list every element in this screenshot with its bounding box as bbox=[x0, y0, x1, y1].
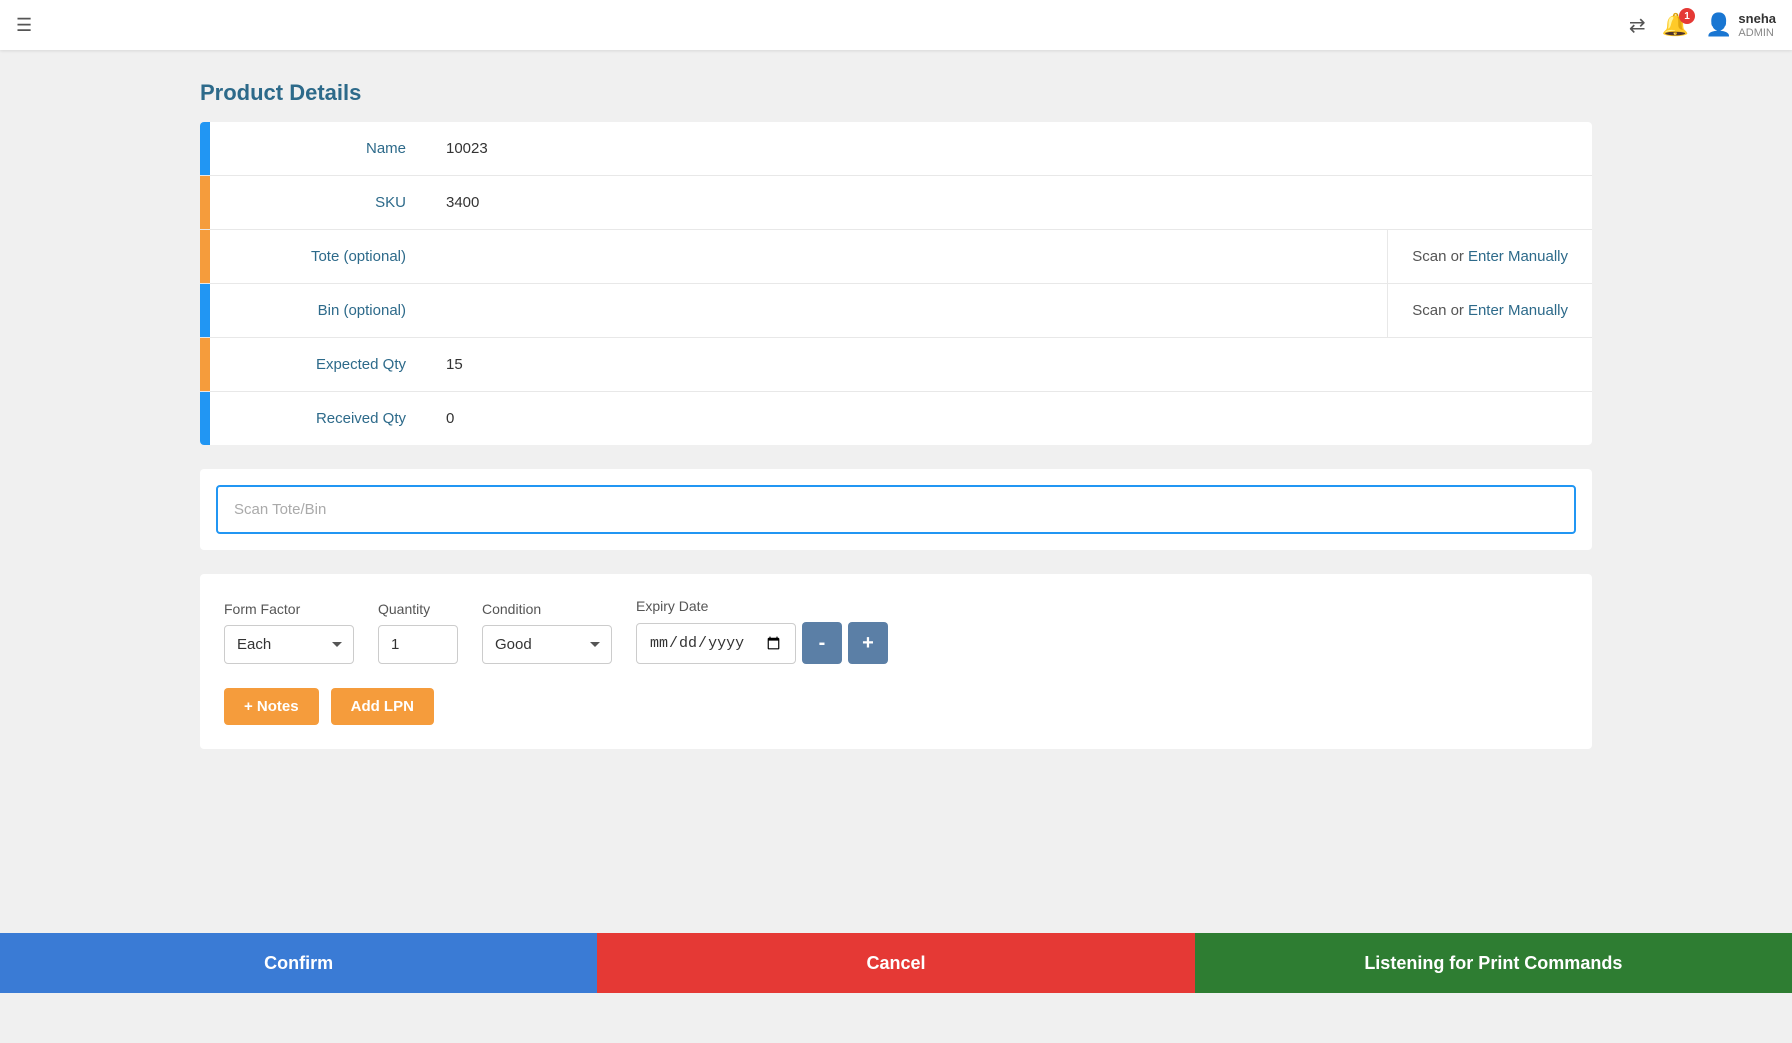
form-section: Form Factor Each Box Pallet Quantity Con… bbox=[200, 574, 1592, 749]
qty-plus-button[interactable]: + bbox=[848, 622, 888, 664]
bell-badge: 1 bbox=[1679, 8, 1695, 24]
avatar-icon: 👤 bbox=[1705, 12, 1732, 38]
user-role: ADMIN bbox=[1738, 27, 1776, 39]
value-bin bbox=[430, 284, 1387, 337]
topbar-right: ⇄ 🔔 1 👤 sneha ADMIN bbox=[1629, 11, 1776, 39]
main-content: Product Details Name 10023 SKU 3400 Tote… bbox=[0, 50, 1792, 993]
detail-row-sku: SKU 3400 bbox=[200, 176, 1592, 230]
label-expected-qty: Expected Qty bbox=[210, 338, 430, 391]
condition-select[interactable]: Good Damaged Expired bbox=[482, 625, 612, 664]
detail-row-received-qty: Received Qty 0 bbox=[200, 392, 1592, 445]
label-sku: SKU bbox=[210, 176, 430, 229]
detail-row-tote: Tote (optional) Scan or Enter Manually bbox=[200, 230, 1592, 284]
user-info[interactable]: 👤 sneha ADMIN bbox=[1705, 11, 1776, 39]
add-lpn-button[interactable]: Add LPN bbox=[331, 688, 434, 725]
expiry-date-label: Expiry Date bbox=[636, 598, 888, 614]
menu-icon[interactable]: ☰ bbox=[16, 15, 32, 36]
value-received-qty: 0 bbox=[430, 392, 1592, 445]
expiry-date-group: Expiry Date - + bbox=[636, 598, 888, 664]
value-name: 10023 bbox=[430, 122, 1592, 175]
bin-scan-area: Scan or Enter Manually bbox=[1387, 284, 1592, 337]
quantity-input[interactable] bbox=[378, 625, 458, 664]
form-factor-group: Form Factor Each Box Pallet bbox=[224, 601, 354, 664]
notes-button[interactable]: + Notes bbox=[224, 688, 319, 725]
expiry-qty-controls: - + bbox=[636, 622, 888, 664]
form-factor-label: Form Factor bbox=[224, 601, 354, 617]
bottom-bar: Confirm Cancel Listening for Print Comma… bbox=[0, 933, 1792, 993]
tote-enter-manually[interactable]: Enter Manually bbox=[1468, 248, 1568, 265]
scan-container bbox=[200, 469, 1592, 550]
bell-wrapper[interactable]: 🔔 1 bbox=[1662, 12, 1689, 38]
qty-minus-button[interactable]: - bbox=[802, 622, 842, 664]
value-tote bbox=[430, 230, 1387, 283]
topbar: ☰ ⇄ 🔔 1 👤 sneha ADMIN bbox=[0, 0, 1792, 50]
detail-row-name: Name 10023 bbox=[200, 122, 1592, 176]
action-buttons: + Notes Add LPN bbox=[224, 688, 1568, 725]
quantity-group: Quantity bbox=[378, 601, 458, 664]
topbar-left: ☰ bbox=[16, 15, 32, 36]
label-received-qty: Received Qty bbox=[210, 392, 430, 445]
tote-scan-area: Scan or Enter Manually bbox=[1387, 230, 1592, 283]
cancel-button[interactable]: Cancel bbox=[597, 933, 1194, 993]
form-row: Form Factor Each Box Pallet Quantity Con… bbox=[224, 598, 1568, 664]
confirm-button[interactable]: Confirm bbox=[0, 933, 597, 993]
expiry-date-input[interactable] bbox=[636, 623, 796, 664]
detail-row-bin: Bin (optional) Scan or Enter Manually bbox=[200, 284, 1592, 338]
quantity-label: Quantity bbox=[378, 601, 458, 617]
user-name: sneha bbox=[1738, 11, 1776, 27]
product-details-table: Name 10023 SKU 3400 Tote (optional) Scan… bbox=[200, 122, 1592, 445]
bin-enter-manually[interactable]: Enter Manually bbox=[1468, 302, 1568, 319]
label-tote: Tote (optional) bbox=[210, 230, 430, 283]
detail-row-expected-qty: Expected Qty 15 bbox=[200, 338, 1592, 392]
tote-scan-text: Scan or bbox=[1412, 248, 1464, 265]
user-details: sneha ADMIN bbox=[1738, 11, 1776, 39]
value-expected-qty: 15 bbox=[430, 338, 1592, 391]
label-bin: Bin (optional) bbox=[210, 284, 430, 337]
scan-tote-bin-input[interactable] bbox=[216, 485, 1576, 534]
condition-group: Condition Good Damaged Expired bbox=[482, 601, 612, 664]
form-factor-select[interactable]: Each Box Pallet bbox=[224, 625, 354, 664]
label-name: Name bbox=[210, 122, 430, 175]
refresh-icon[interactable]: ⇄ bbox=[1629, 13, 1646, 38]
bin-scan-text: Scan or bbox=[1412, 302, 1464, 319]
value-sku: 3400 bbox=[430, 176, 1592, 229]
listening-button[interactable]: Listening for Print Commands bbox=[1195, 933, 1792, 993]
condition-label: Condition bbox=[482, 601, 612, 617]
section-title: Product Details bbox=[200, 80, 1592, 106]
